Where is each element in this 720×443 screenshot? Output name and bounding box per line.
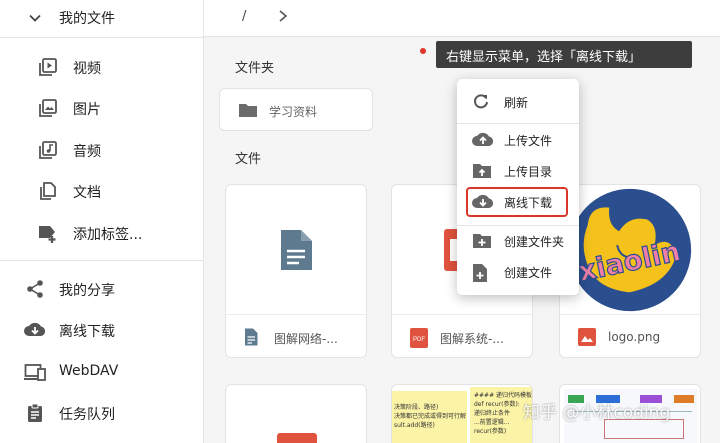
svg-text:PDF: PDF bbox=[413, 337, 425, 343]
sidebar-item-label: 我的分享 bbox=[59, 283, 115, 299]
sidebar-item-label: 任务队列 bbox=[59, 407, 115, 423]
folder-icon bbox=[238, 102, 258, 122]
menu-item-label: 刷新 bbox=[504, 96, 529, 110]
sidebar-item-video[interactable]: 视频 bbox=[0, 54, 204, 80]
file-footer: 图解网络-... bbox=[226, 314, 366, 357]
chevron-down-icon bbox=[24, 7, 46, 29]
sidebar-item-label: 添加标签... bbox=[73, 227, 143, 243]
sidebar-item-add-tag[interactable]: 添加标签... bbox=[0, 220, 204, 246]
code-note-thumbnail: 决策阶段、路径) 决策都已完成或得到可行解 sult.add(路径) bbox=[392, 391, 467, 443]
upload-folder-icon bbox=[472, 162, 492, 183]
note-line: 决策都已完成或得到可行解 bbox=[394, 413, 467, 420]
highlight-box bbox=[466, 187, 568, 217]
cloud-upload-icon bbox=[472, 131, 494, 152]
sidebar-item-label: 文档 bbox=[73, 185, 101, 201]
menu-divider bbox=[457, 123, 579, 124]
task-queue-icon bbox=[24, 402, 46, 424]
menu-item-label: 上传目录 bbox=[504, 165, 553, 179]
file-name: 图解网络-... bbox=[274, 332, 338, 346]
new-file-icon bbox=[472, 263, 488, 286]
document-icon bbox=[281, 229, 312, 270]
pdf-icon: PDF bbox=[410, 328, 428, 352]
my-files-label: 我的文件 bbox=[59, 11, 115, 27]
menu-item-refresh[interactable]: 刷新 bbox=[457, 87, 579, 117]
note-line: sult.add(路径) bbox=[394, 422, 435, 429]
sidebar-item-webdav[interactable]: WebDAV bbox=[0, 359, 204, 385]
file-footer: logo.png bbox=[560, 314, 700, 357]
image-icon bbox=[37, 97, 59, 119]
cloud-download-icon bbox=[24, 319, 46, 341]
pdf-icon bbox=[277, 433, 317, 443]
new-folder-icon bbox=[472, 232, 492, 253]
menu-item-label: 创建文件夹 bbox=[504, 235, 565, 249]
xiaolin-logo: xiaolin bbox=[568, 188, 692, 312]
sidebar-item-task-queue[interactable]: 任务队列 bbox=[0, 400, 204, 426]
file-footer: PDF 图解系统-... bbox=[392, 314, 532, 357]
sidebar: 我的文件 视频 图片 音频 文档 添加标签... 我的分享 离线下载 WebDA… bbox=[0, 0, 204, 443]
folders-section-title: 文件夹 bbox=[235, 61, 275, 76]
sidebar-item-label: WebDAV bbox=[59, 363, 119, 379]
file-thumbnail bbox=[226, 185, 366, 314]
annotation-tooltip: 右键显示菜单，选择「离线下载」 bbox=[436, 41, 692, 68]
file-card[interactable]: 图解网络-... bbox=[225, 184, 367, 358]
audio-icon bbox=[37, 139, 59, 161]
file-name: 图解系统-... bbox=[440, 332, 504, 346]
folder-name: 学习资料 bbox=[269, 105, 318, 119]
menu-item-upload-folder[interactable]: 上传目录 bbox=[457, 156, 579, 186]
menu-item-label: 上传文件 bbox=[504, 134, 553, 148]
folder-card[interactable]: 学习资料 bbox=[219, 88, 373, 131]
sidebar-item-document[interactable]: 文档 bbox=[0, 178, 204, 204]
sidebar-item-label: 图片 bbox=[73, 102, 101, 118]
menu-item-create-folder[interactable]: 创建文件夹 bbox=[457, 226, 579, 256]
annotation-dot bbox=[420, 48, 426, 54]
sidebar-item-label: 离线下载 bbox=[59, 324, 115, 340]
refresh-icon bbox=[472, 93, 490, 114]
sidebar-item-image[interactable]: 图片 bbox=[0, 95, 204, 121]
my-files-toggle[interactable]: 我的文件 bbox=[0, 5, 204, 31]
watermark: 知乎 @小林coding bbox=[523, 403, 671, 423]
file-card-partial[interactable]: 决策阶段、路径) 决策都已完成或得到可行解 sult.add(路径) #### … bbox=[391, 384, 533, 443]
file-card[interactable]: xiaolin logo.png bbox=[559, 184, 701, 358]
share-icon bbox=[24, 278, 46, 300]
diagram-block bbox=[674, 395, 694, 403]
sidebar-item-audio[interactable]: 音频 bbox=[0, 137, 204, 163]
add-tag-icon bbox=[37, 222, 59, 244]
chevron-right-icon[interactable] bbox=[276, 8, 290, 28]
sidebar-item-label: 视频 bbox=[73, 61, 101, 77]
note-line: recur(参数) bbox=[474, 428, 507, 435]
file-card-partial[interactable] bbox=[225, 384, 367, 443]
sidebar-item-label: 音频 bbox=[73, 144, 101, 160]
sidebar-item-my-share[interactable]: 我的分享 bbox=[0, 276, 204, 302]
menu-item-create-file[interactable]: 创建文件 bbox=[457, 257, 579, 287]
image-icon bbox=[578, 328, 596, 350]
file-name: logo.png bbox=[608, 330, 661, 344]
note-line: 决策阶段、路径) bbox=[394, 404, 439, 411]
sidebar-divider bbox=[0, 37, 204, 38]
document-icon bbox=[37, 180, 59, 202]
topbar: / bbox=[204, 0, 720, 37]
files-section-title: 文件 bbox=[235, 152, 262, 167]
document-icon bbox=[244, 328, 258, 350]
sidebar-divider bbox=[0, 260, 204, 261]
sidebar-item-offline-download[interactable]: 离线下载 bbox=[0, 317, 204, 343]
video-icon bbox=[37, 56, 59, 78]
devices-icon bbox=[24, 361, 46, 383]
menu-item-upload-file[interactable]: 上传文件 bbox=[457, 125, 579, 155]
menu-item-label: 创建文件 bbox=[504, 266, 553, 280]
file-thumbnail: xiaolin bbox=[560, 185, 700, 314]
breadcrumb-root[interactable]: / bbox=[242, 9, 246, 24]
